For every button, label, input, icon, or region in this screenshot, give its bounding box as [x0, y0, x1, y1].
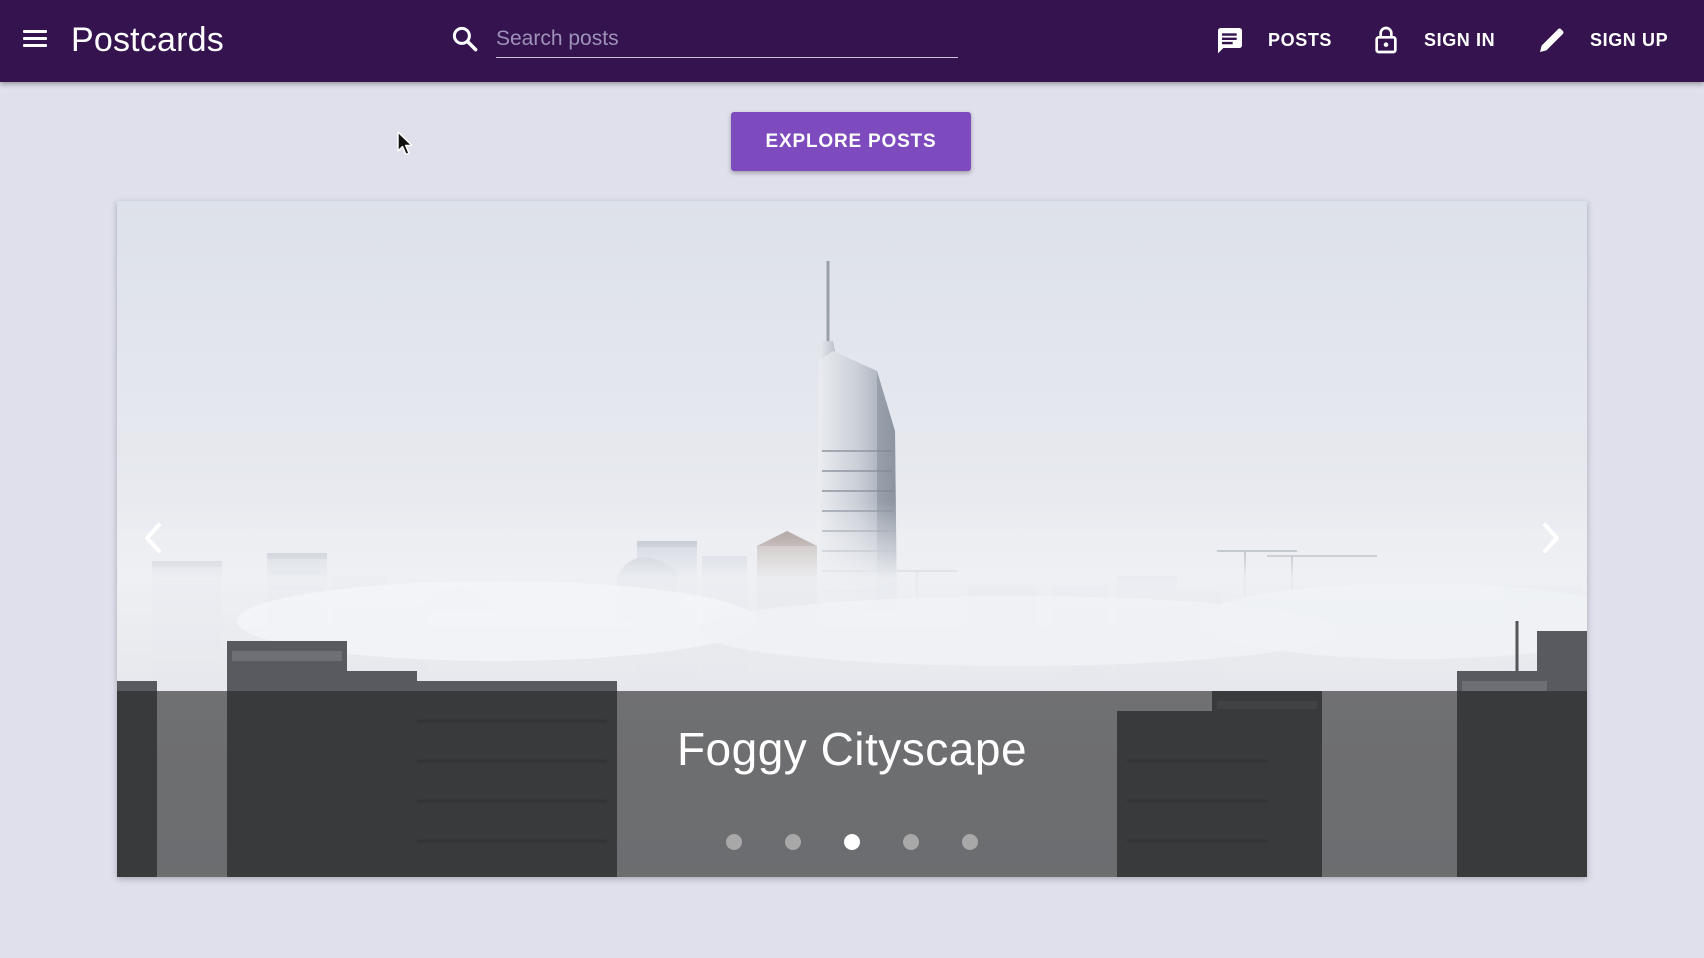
search-icon: [452, 26, 478, 52]
menu-icon[interactable]: [20, 27, 50, 51]
explore-posts-button[interactable]: EXPLORE POSTS: [731, 112, 971, 171]
posts-nav-button[interactable]: POSTS: [1214, 20, 1332, 60]
carousel-dot[interactable]: [785, 834, 801, 850]
carousel-dot[interactable]: [903, 834, 919, 850]
carousel-dot[interactable]: [844, 834, 860, 850]
mouse-cursor-icon: [397, 131, 413, 156]
sign-in-label: SIGN IN: [1424, 29, 1496, 50]
chevron-left-icon[interactable]: [133, 513, 173, 563]
image-carousel: Foggy Cityscape: [117, 201, 1587, 877]
sign-up-label: SIGN UP: [1590, 29, 1669, 50]
search-bar: [448, 16, 958, 62]
carousel-dot[interactable]: [962, 834, 978, 850]
app-bar: Postcards POSTS SIGN IN SIGN UP: [0, 0, 1704, 82]
search-input[interactable]: [496, 20, 958, 58]
carousel-indicators: [117, 834, 1587, 852]
sign-in-button[interactable]: SIGN IN: [1370, 20, 1495, 60]
lock-icon: [1375, 26, 1397, 54]
sign-up-button[interactable]: SIGN UP: [1536, 20, 1668, 60]
slide-title: Foggy Cityscape: [676, 723, 1028, 775]
chevron-right-icon[interactable]: [1531, 513, 1571, 563]
carousel-dot[interactable]: [726, 834, 742, 850]
app-title[interactable]: Postcards: [71, 18, 224, 62]
posts-nav-label: POSTS: [1268, 29, 1333, 50]
message-icon: [1218, 28, 1242, 54]
pencil-icon: [1540, 28, 1564, 52]
